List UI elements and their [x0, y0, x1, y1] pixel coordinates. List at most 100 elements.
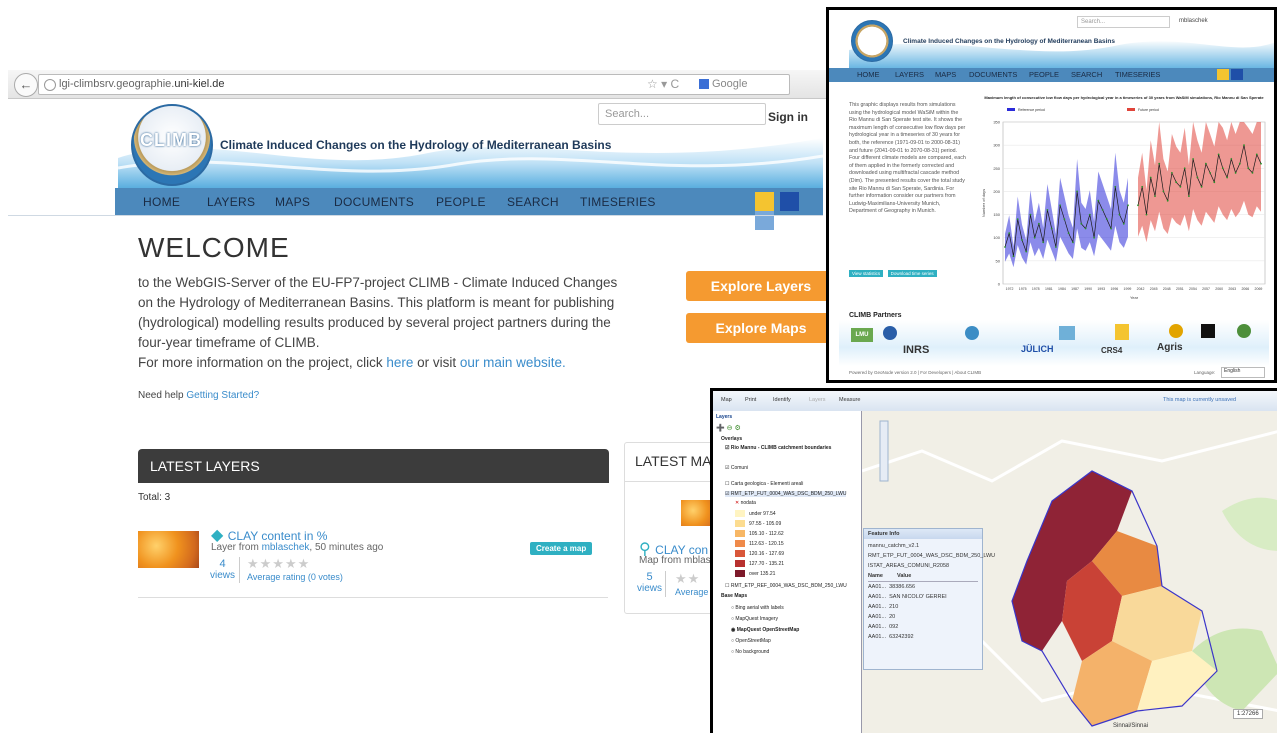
- gis-measure-button[interactable]: Measure: [839, 397, 860, 403]
- view-statistics-button[interactable]: View statistics: [849, 270, 884, 277]
- partner-logo-icon: [883, 326, 897, 340]
- fp7-logo-icon[interactable]: [755, 211, 774, 230]
- base-osm[interactable]: ○ OpenStreetMap: [731, 638, 771, 644]
- here-link[interactable]: here: [386, 355, 413, 370]
- explore-maps-button[interactable]: Explore Maps: [686, 313, 836, 343]
- legend-swatch: [735, 570, 745, 577]
- language-select[interactable]: English: [1221, 367, 1265, 378]
- overlays-group[interactable]: Overlays: [721, 436, 742, 442]
- ts-search-input[interactable]: Search...: [1077, 16, 1170, 28]
- sign-in-link[interactable]: Sign in: [768, 110, 808, 124]
- partner-agris[interactable]: Agris: [1157, 342, 1183, 353]
- ts-nav-home[interactable]: HOME: [857, 70, 880, 79]
- latest-layers-heading: LATEST LAYERS: [138, 449, 609, 483]
- layers-panel-title: Layers: [716, 414, 733, 420]
- ts-climb-logo[interactable]: [851, 20, 893, 62]
- zoom-slider-icon[interactable]: [879, 420, 889, 482]
- partner-lmu[interactable]: LMU: [851, 328, 873, 342]
- layer-comuni[interactable]: ☑ Comuni: [725, 465, 748, 471]
- site-header: CLIMB Climate Induced Changes on the Hyd…: [8, 98, 823, 188]
- data-point: [1080, 222, 1083, 225]
- layer-etp-fut[interactable]: ☑ RMT_ETP_FUT_0004_WAS_DSC_BDM_250_LWU: [725, 491, 847, 497]
- more-info-text: For more information on the project, cli…: [138, 355, 387, 370]
- create-map-button[interactable]: Create a map: [530, 542, 593, 555]
- browser-search-box[interactable]: Google: [699, 75, 747, 94]
- layer-owner-link[interactable]: mblaschek: [262, 542, 310, 553]
- data-point: [1093, 236, 1095, 239]
- feature-info-popup[interactable]: Feature Info mannu_catchm_v2.1 RMT_ETP_F…: [863, 528, 995, 670]
- ts-lg-logo-icon[interactable]: [1217, 69, 1229, 80]
- layers-panel: Layers ➕ ⊖ ⚙ Overlays ☑ Rio Mannu - CLIM…: [713, 411, 862, 733]
- back-arrow-icon[interactable]: ←: [14, 73, 38, 97]
- nav-home[interactable]: HOME: [143, 195, 180, 209]
- nav-people[interactable]: PEOPLE: [436, 195, 486, 209]
- base-maps-group[interactable]: Base Maps: [721, 593, 747, 599]
- x-tick-label: 2051: [1176, 287, 1184, 291]
- legend-row: 127.70 - 135.21: [735, 560, 784, 567]
- rating-stars-icon[interactable]: ★★★★★: [247, 556, 310, 572]
- ts-nav-people[interactable]: PEOPLE: [1029, 70, 1059, 79]
- x-tick-label: 2066: [1241, 287, 1249, 291]
- fi-layer-row[interactable]: RMT_ETP_FUT_0004_WAS_DSC_BDM_250_LWU: [868, 551, 995, 561]
- layer-carta-geologica[interactable]: ☐ Carta geologica - Elementi areali: [725, 481, 803, 487]
- data-point: [1114, 185, 1117, 188]
- fi-layer-row[interactable]: ISTAT_AREAS_COMUNI_R2058: [868, 561, 978, 571]
- ts-nav-maps[interactable]: MAPS: [935, 70, 956, 79]
- base-mapquest-osm[interactable]: ◉ MapQuest OpenStreetMap: [731, 627, 799, 633]
- need-help-text: Need help Getting Started?: [138, 390, 260, 401]
- y-tick-label: 300: [993, 143, 1000, 148]
- partner-crs4[interactable]: CRS4: [1101, 346, 1122, 355]
- ts-eu-flag-icon[interactable]: [1231, 69, 1243, 80]
- data-point: [1067, 232, 1070, 235]
- search-input[interactable]: Search...: [598, 103, 766, 125]
- data-point: [1029, 213, 1032, 216]
- ts-user-menu[interactable]: mblaschek: [1179, 18, 1208, 24]
- base-bing[interactable]: ○ Bing aerial with labels: [731, 605, 784, 611]
- fi-layer-row[interactable]: mannu_catchm_v2.1: [868, 541, 978, 551]
- data-point: [1141, 185, 1144, 188]
- data-point: [1171, 172, 1173, 174]
- map-rating-stars-icon[interactable]: ★★: [675, 571, 700, 587]
- add-layer-icon[interactable]: ➕ ⊖ ⚙: [716, 424, 741, 432]
- layer-etp-ref[interactable]: ☐ RMT_ETP_REF_0004_WAS_DSC_BDM_250_LWU: [725, 583, 847, 589]
- gis-identify-button[interactable]: Identify: [773, 397, 791, 403]
- layer-rio-mannu[interactable]: ☑ Rio Mannu - CLIMB catchment boundaries: [725, 445, 831, 451]
- data-point: [1196, 176, 1199, 179]
- ts-nav-timeseries[interactable]: TIMESERIES: [1115, 70, 1160, 79]
- ts-nav-documents[interactable]: DOCUMENTS: [969, 70, 1017, 79]
- partner-juelich[interactable]: JÜLICH: [1021, 344, 1054, 354]
- data-point: [1137, 204, 1139, 207]
- ts-nav-search[interactable]: SEARCH: [1071, 70, 1102, 79]
- legend-label: Reference period: [1018, 108, 1045, 112]
- scale-select[interactable]: 1:27266: [1233, 709, 1263, 719]
- lg-logo-icon[interactable]: [755, 192, 774, 211]
- nav-maps[interactable]: MAPS: [275, 195, 310, 209]
- bookmark-star-icon[interactable]: ☆ ▾ C: [647, 75, 679, 94]
- gis-print-button[interactable]: Print: [745, 397, 756, 403]
- getting-started-link[interactable]: Getting Started?: [186, 390, 259, 401]
- partner-logo-icon: [1201, 324, 1215, 338]
- download-timeseries-button[interactable]: Download time series: [887, 270, 937, 277]
- partner-inrs[interactable]: INRS: [903, 344, 929, 356]
- data-point: [1205, 162, 1207, 165]
- eu-flag-icon[interactable]: [780, 192, 800, 211]
- layer-thumbnail[interactable]: [138, 531, 199, 568]
- ts-nav-layers[interactable]: LAYERS: [895, 70, 924, 79]
- nav-layers[interactable]: LAYERS: [207, 195, 255, 209]
- ts-buttons: View statistics Download time series: [849, 262, 937, 280]
- base-mapquest-imagery[interactable]: ○ MapQuest Imagery: [731, 616, 778, 622]
- nav-timeseries[interactable]: TIMESERIES: [580, 195, 656, 209]
- gis-map-menu[interactable]: Map: [721, 397, 732, 403]
- nav-search[interactable]: SEARCH: [507, 195, 559, 209]
- base-none[interactable]: ○ No background: [731, 649, 769, 655]
- legend-swatch: [735, 560, 745, 567]
- gis-layers-button[interactable]: Layers: [809, 397, 826, 403]
- timeseries-chart[interactable]: 0 50 100 150 200 250 300 350 1972 1975 1978 1981 198…: [979, 102, 1269, 302]
- explore-layers-button[interactable]: Explore Layers: [686, 271, 836, 301]
- legend-swatch: [1127, 108, 1135, 111]
- nav-documents[interactable]: DOCUMENTS: [334, 195, 414, 209]
- map-average-rating: Average r: [675, 587, 714, 597]
- timeseries-screenshot: Climate Induced Changes on the Hydrology…: [826, 7, 1277, 383]
- address-bar[interactable]: lgi-climbsrv.geographie.uni-kiel.de ☆ ▾ …: [38, 74, 790, 95]
- main-website-link[interactable]: our main website.: [460, 355, 566, 370]
